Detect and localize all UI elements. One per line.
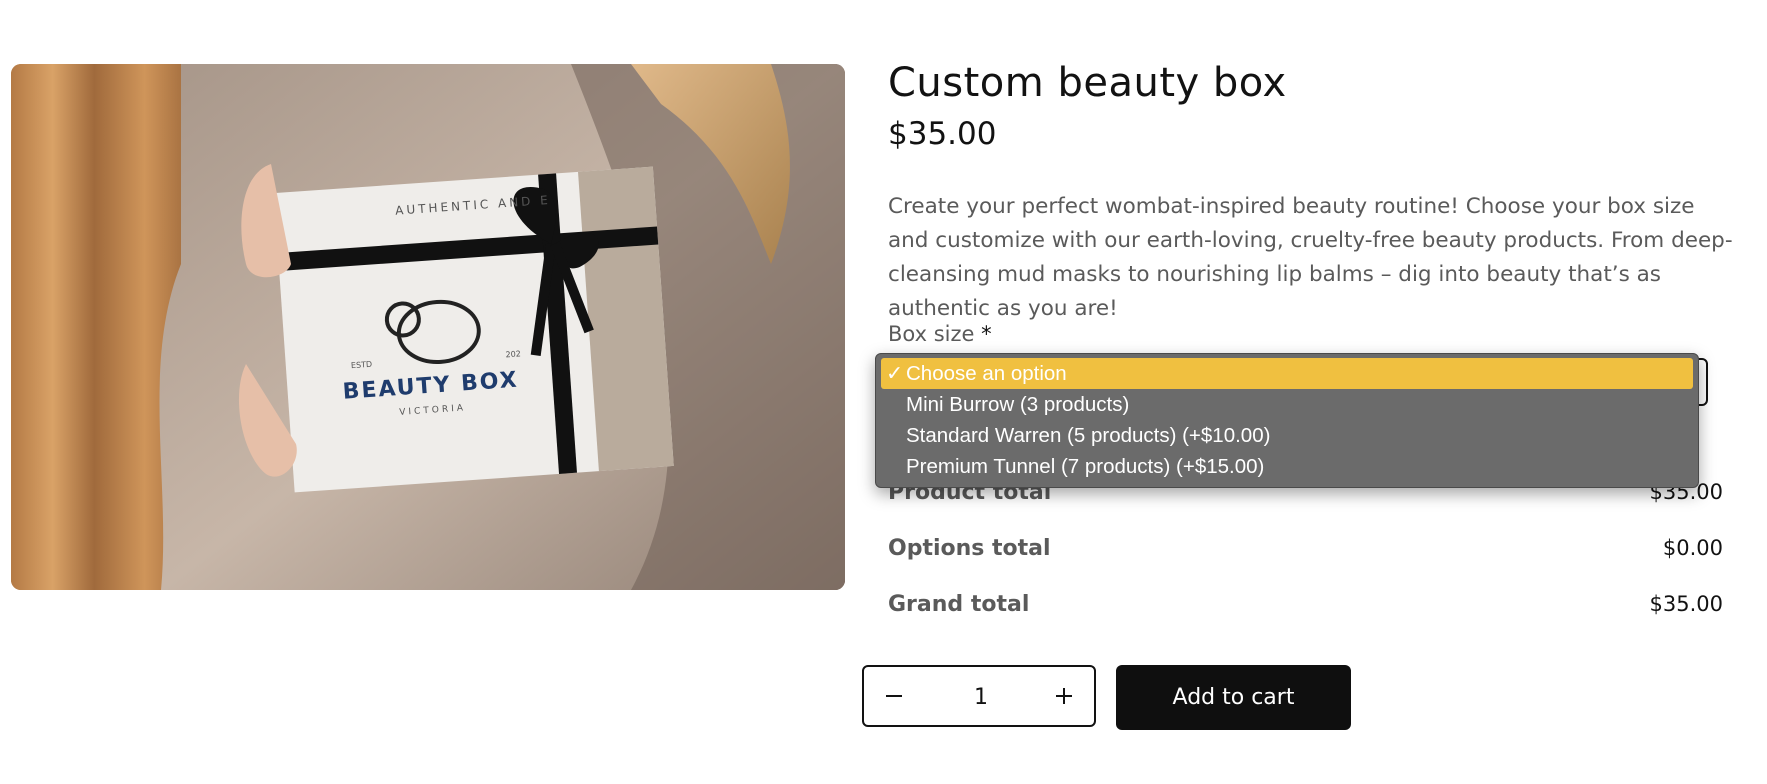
- box-year-text: 202: [505, 349, 521, 359]
- box-est-text: ESTD: [351, 360, 373, 370]
- dropdown-option-label: Premium Tunnel (7 products) (+$15.00): [906, 455, 1265, 478]
- product-image: AUTHENTIC AND E ESTD 202 BEAUTY BOX VICT…: [11, 64, 845, 590]
- dropdown-option-mini-burrow[interactable]: Mini Burrow (3 products): [881, 389, 1693, 420]
- checkmark-icon: ✓: [886, 362, 904, 385]
- totals-panel: Product total $35.00 Options total $0.00…: [888, 470, 1723, 638]
- plus-icon: [1056, 688, 1072, 704]
- decrease-quantity-button[interactable]: [864, 667, 924, 725]
- dropdown-option-choose[interactable]: ✓ Choose an option: [881, 358, 1693, 389]
- box-size-dropdown: ✓ Choose an option Mini Burrow (3 produc…: [875, 353, 1699, 488]
- increase-quantity-button[interactable]: [1034, 667, 1094, 725]
- product-price: $35.00: [888, 116, 997, 152]
- grand-total-row: Grand total $35.00: [888, 582, 1723, 638]
- options-total-label: Options total: [888, 536, 1051, 561]
- minus-icon: [886, 695, 902, 697]
- box-size-label: Box size *: [888, 322, 992, 346]
- dropdown-option-label: Choose an option: [906, 362, 1067, 385]
- dropdown-option-premium-tunnel[interactable]: Premium Tunnel (7 products) (+$15.00): [881, 451, 1693, 482]
- product-photo-illustration: AUTHENTIC AND E ESTD 202 BEAUTY BOX VICT…: [11, 64, 845, 590]
- required-marker: *: [981, 322, 992, 346]
- quantity-input[interactable]: [924, 679, 1038, 715]
- grand-total-label: Grand total: [888, 592, 1030, 617]
- grand-total-value: $35.00: [1649, 592, 1723, 616]
- quantity-stepper: [862, 665, 1096, 727]
- add-to-cart-button[interactable]: Add to cart: [1116, 665, 1351, 730]
- dropdown-option-standard-warren[interactable]: Standard Warren (5 products) (+$10.00): [881, 420, 1693, 451]
- box-size-label-text: Box size: [888, 322, 975, 346]
- options-total-row: Options total $0.00: [888, 526, 1723, 582]
- product-title: Custom beauty box: [888, 60, 1287, 106]
- options-total-value: $0.00: [1662, 536, 1723, 560]
- dropdown-option-label: Standard Warren (5 products) (+$10.00): [906, 424, 1271, 447]
- product-description: Create your perfect wombat-inspired beau…: [888, 194, 1733, 321]
- dropdown-option-label: Mini Burrow (3 products): [906, 393, 1130, 416]
